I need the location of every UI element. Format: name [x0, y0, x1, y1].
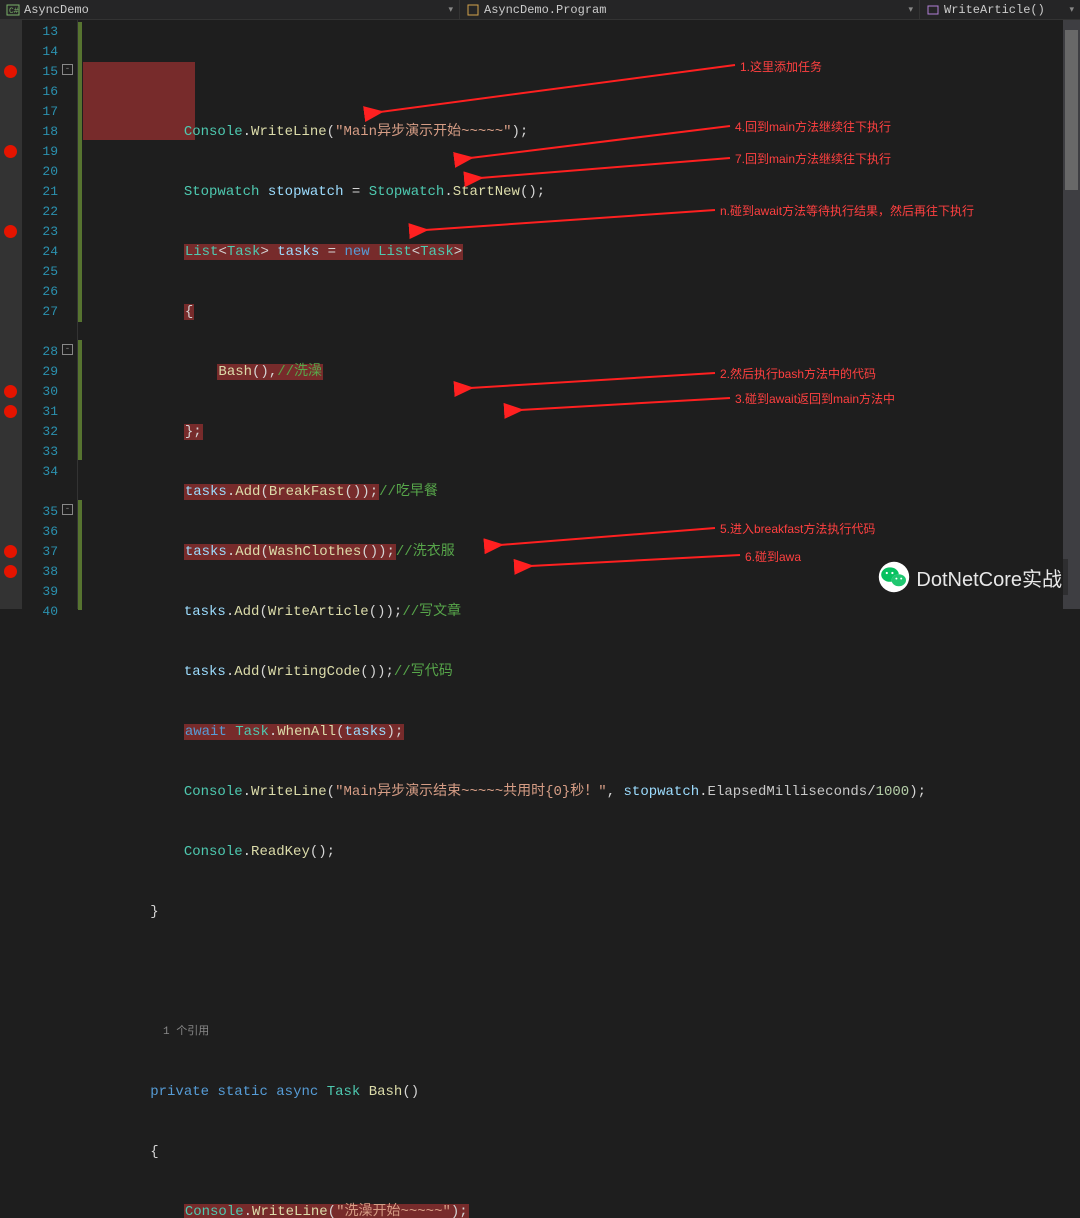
line-number: 19: [22, 142, 58, 162]
line-number: 34: [22, 462, 58, 482]
annotation: 1.这里添加任务: [740, 58, 822, 75]
breakpoint[interactable]: [4, 565, 17, 578]
line-number: 37: [22, 542, 58, 562]
line-number-gutter: 13 14 15 16 17 18 19 20 21 22 23 24 25 2…: [22, 20, 58, 609]
line-number: 36: [22, 522, 58, 542]
line-number: 29: [22, 362, 58, 382]
fold-toggle[interactable]: -: [62, 344, 73, 355]
watermark: DotNetCore实战: [872, 559, 1068, 595]
line-number: 39: [22, 582, 58, 602]
annotation: 7.回到main方法继续往下执行: [735, 150, 891, 167]
class-icon: [466, 3, 480, 17]
watermark-text: DotNetCore实战: [916, 563, 1062, 592]
annotation: 6.碰到awa: [745, 548, 801, 565]
breakpoint[interactable]: [4, 405, 17, 418]
nav-class-label: AsyncDemo.Program: [484, 3, 606, 17]
line-number: 40: [22, 602, 58, 622]
folding-gutter[interactable]: - - -: [58, 20, 78, 609]
line-number: 22: [22, 202, 58, 222]
nav-method-dropdown[interactable]: WriteArticle() ▾: [920, 0, 1080, 19]
wechat-icon: [878, 561, 910, 593]
code-editor[interactable]: 13 14 15 16 17 18 19 20 21 22 23 24 25 2…: [0, 20, 1080, 609]
line-number: 35: [22, 502, 58, 522]
annotation: n.碰到await方法等待执行结果，然后再往下执行: [720, 202, 974, 219]
line-number: 24: [22, 242, 58, 262]
chevron-down-icon: ▾: [1069, 5, 1074, 15]
line-number: 32: [22, 422, 58, 442]
scrollbar-thumb[interactable]: [1065, 30, 1078, 190]
nav-project-dropdown[interactable]: C# AsyncDemo ▾: [0, 0, 460, 19]
chevron-down-icon: ▾: [908, 5, 913, 15]
nav-method-label: WriteArticle(): [944, 3, 1045, 17]
line-number: 26: [22, 282, 58, 302]
chevron-down-icon: ▾: [448, 5, 453, 15]
breakpoint[interactable]: [4, 545, 17, 558]
line-number: 21: [22, 182, 58, 202]
breakpoint[interactable]: [4, 145, 17, 158]
breakpoint[interactable]: [4, 65, 17, 78]
navigation-bar: C# AsyncDemo ▾ AsyncDemo.Program ▾ Write…: [0, 0, 1080, 20]
annotation: 3.碰到await返回到main方法中: [735, 390, 895, 407]
line-number: 38: [22, 562, 58, 582]
line-number: 20: [22, 162, 58, 182]
annotation: 5.进入breakfast方法执行代码: [720, 520, 875, 537]
line-number: 17: [22, 102, 58, 122]
fold-toggle[interactable]: -: [62, 64, 73, 75]
line-number: 28: [22, 342, 58, 362]
line-number: 23: [22, 222, 58, 242]
line-number: 14: [22, 42, 58, 62]
line-number: 31: [22, 402, 58, 422]
breakpoint[interactable]: [4, 225, 17, 238]
line-number: 18: [22, 122, 58, 142]
nav-class-dropdown[interactable]: AsyncDemo.Program ▾: [460, 0, 920, 19]
csharp-icon: C#: [6, 3, 20, 17]
line-number: 13: [22, 22, 58, 42]
annotation: 4.回到main方法继续往下执行: [735, 118, 891, 135]
annotation: 2.然后执行bash方法中的代码: [720, 365, 876, 382]
fold-toggle[interactable]: -: [62, 504, 73, 515]
breakpoint-gutter[interactable]: [0, 20, 22, 609]
line-number: 16: [22, 82, 58, 102]
code-area[interactable]: Console.WriteLine("Main异步演示开始~~~~~"); St…: [83, 20, 1080, 609]
line-number: 33: [22, 442, 58, 462]
nav-project-label: AsyncDemo: [24, 3, 89, 17]
line-number: 25: [22, 262, 58, 282]
vertical-scrollbar[interactable]: [1063, 20, 1080, 609]
codelens-reference[interactable]: 1 个引用: [83, 1022, 1080, 1042]
method-icon: [926, 3, 940, 17]
svg-text:C#: C#: [9, 7, 19, 16]
line-number: 15: [22, 62, 58, 82]
line-number: 30: [22, 382, 58, 402]
breakpoint[interactable]: [4, 385, 17, 398]
line-number: 27: [22, 302, 58, 322]
